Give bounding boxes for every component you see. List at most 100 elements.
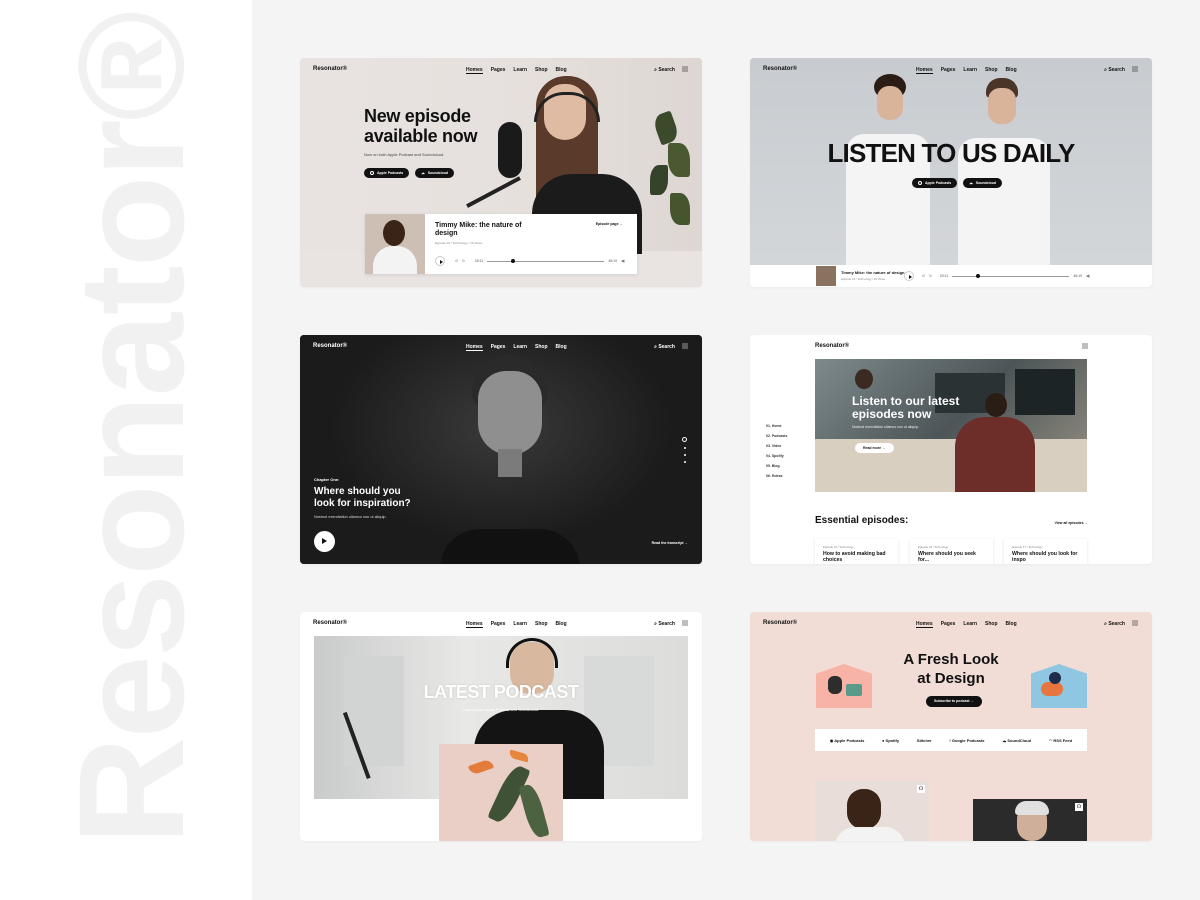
- progress-track[interactable]: [487, 259, 605, 263]
- nav-link-blog[interactable]: Blog: [1006, 621, 1017, 628]
- platform-apple-podcasts[interactable]: ◉ Apple Podcasts: [830, 738, 864, 743]
- nav-link-homes[interactable]: Homes: [466, 67, 483, 74]
- nav-link-shop[interactable]: Shop: [535, 67, 548, 74]
- play-button[interactable]: [435, 256, 445, 266]
- logo[interactable]: Resonator®: [763, 66, 797, 72]
- nav-bar: Resonator® Homes Pages Learn Shop Blog ⌕…: [750, 58, 1152, 82]
- hero-subtext: Now on both Apple Podcast and Soundcloud…: [462, 708, 540, 712]
- grid-menu-icon[interactable]: [1082, 343, 1088, 349]
- episode-card-title: How to avoid making bad choices: [823, 551, 886, 563]
- slide-dot[interactable]: [683, 454, 686, 456]
- nav-link-homes[interactable]: Homes: [916, 621, 933, 628]
- nav-link-blog[interactable]: Blog: [1006, 67, 1017, 74]
- search-link[interactable]: ⌕ Search: [1104, 621, 1125, 627]
- grid-menu-icon[interactable]: [1132, 66, 1138, 72]
- nav-link-pages[interactable]: Pages: [491, 67, 506, 74]
- transcript-link[interactable]: Read the transcript →: [652, 541, 688, 545]
- nav-link-pages[interactable]: Pages: [491, 344, 506, 351]
- nav-links: Homes Pages Learn Shop Blog: [916, 621, 1017, 628]
- nav-link-shop[interactable]: Shop: [985, 67, 998, 74]
- platform-rss[interactable]: ◠ RSS Feed: [1049, 738, 1072, 743]
- volume-icon[interactable]: ◀): [621, 259, 625, 263]
- episode-card[interactable]: Episode 19 / Technology How to avoid mak…: [815, 539, 898, 564]
- platform-stitcher[interactable]: Stitcher: [917, 738, 932, 743]
- nav-link-blog[interactable]: Blog: [556, 344, 567, 351]
- nav-link-learn[interactable]: Learn: [513, 344, 527, 351]
- side-nav-item[interactable]: 01. Home: [766, 421, 787, 431]
- soundcloud-button[interactable]: ☁ Soundcloud: [415, 168, 454, 178]
- hero-subtext: Nostrud exercitation ullamco non ut aliq…: [852, 425, 919, 429]
- grid-menu-icon[interactable]: [682, 66, 688, 72]
- slide-dot-active[interactable]: [682, 437, 687, 442]
- logo[interactable]: Resonator®: [763, 620, 797, 626]
- side-nav-item[interactable]: 06. Extras: [766, 471, 787, 481]
- headphones-icon[interactable]: ☊: [1075, 803, 1083, 811]
- search-link[interactable]: ⌕ Search: [654, 621, 675, 627]
- side-nav-item[interactable]: 04. Spotify: [766, 451, 787, 461]
- nav-link-homes[interactable]: Homes: [466, 621, 483, 628]
- logo[interactable]: Resonator®: [313, 66, 347, 72]
- nav-link-homes[interactable]: Homes: [916, 67, 933, 74]
- preview-card-listen-daily[interactable]: Resonator® Homes Pages Learn Shop Blog ⌕…: [750, 58, 1152, 287]
- side-nav-item[interactable]: 05. Blog: [766, 461, 787, 471]
- nav-link-shop[interactable]: Shop: [535, 621, 548, 628]
- headphones-icon[interactable]: ☊: [917, 785, 925, 793]
- nav-link-learn[interactable]: Learn: [963, 67, 977, 74]
- grid-menu-icon[interactable]: [1132, 620, 1138, 626]
- search-link[interactable]: ⌕ Search: [654, 344, 675, 350]
- view-all-link[interactable]: View all episodes →: [1055, 521, 1088, 525]
- episode-page-link[interactable]: Episode page →: [596, 222, 623, 226]
- logo[interactable]: Resonator®: [815, 343, 849, 349]
- forward-icon[interactable]: ↻: [462, 259, 465, 263]
- preview-card-new-episode[interactable]: Resonator® Homes Pages Learn Shop Blog ⌕…: [300, 58, 702, 287]
- play-button-large[interactable]: [314, 531, 335, 552]
- apple-podcasts-button[interactable]: Apple Podcasts: [364, 168, 410, 178]
- nav-link-blog[interactable]: Blog: [556, 67, 567, 74]
- read-more-button[interactable]: Read more →: [855, 443, 894, 453]
- rewind-icon[interactable]: ↺: [455, 259, 458, 263]
- forward-icon[interactable]: ↻: [929, 274, 932, 278]
- side-nav-item[interactable]: 02. Podcasts: [766, 431, 787, 441]
- preview-card-inspiration[interactable]: Resonator® Homes Pages Learn Shop Blog ⌕…: [300, 335, 702, 564]
- episode-card[interactable]: Episode 17 / Technology Where should you…: [1004, 539, 1087, 564]
- nav-link-pages[interactable]: Pages: [941, 67, 956, 74]
- nav-link-shop[interactable]: Shop: [985, 621, 998, 628]
- preview-card-latest-podcast[interactable]: Resonator® Homes Pages Learn Shop Blog ⌕…: [300, 612, 702, 841]
- nav-link-blog[interactable]: Blog: [556, 621, 567, 628]
- nav-link-shop[interactable]: Shop: [535, 344, 548, 351]
- nav-link-homes[interactable]: Homes: [466, 344, 483, 351]
- preview-card-fresh-look[interactable]: Resonator® Homes Pages Learn Shop Blog ⌕…: [750, 612, 1152, 841]
- nav-link-pages[interactable]: Pages: [941, 621, 956, 628]
- logo[interactable]: Resonator®: [313, 620, 347, 626]
- nav-link-learn[interactable]: Learn: [513, 621, 527, 628]
- hero-heading: Where should you look for inspiration?: [314, 486, 411, 509]
- subscribe-button[interactable]: Subscribe to podcast →: [926, 696, 983, 707]
- rewind-icon[interactable]: ↺: [922, 274, 925, 278]
- side-nav-item[interactable]: 03. Video: [766, 441, 787, 451]
- progress-knob[interactable]: [975, 274, 980, 278]
- grid-menu-icon[interactable]: [682, 343, 688, 349]
- platform-spotify[interactable]: ● Spotify: [882, 738, 899, 743]
- soundcloud-button[interactable]: ☁ Soundcloud: [963, 178, 1002, 188]
- player-title[interactable]: Timmy Mike: the nature of design: [841, 270, 905, 275]
- nav-link-learn[interactable]: Learn: [963, 621, 977, 628]
- play-button[interactable]: [904, 271, 914, 281]
- apple-podcasts-button[interactable]: Apple Podcasts: [912, 178, 958, 188]
- search-link[interactable]: ⌕ Search: [1104, 67, 1125, 73]
- nav-link-learn[interactable]: Learn: [513, 67, 527, 74]
- slide-dot[interactable]: [683, 447, 686, 449]
- progress-track[interactable]: [952, 274, 1070, 278]
- platform-google-podcasts[interactable]: ⁞ Google Podcasts: [949, 738, 984, 743]
- progress-knob[interactable]: [510, 259, 515, 263]
- episode-player-card[interactable]: Timmy Mike: the nature of design Episode…: [365, 214, 637, 274]
- grid-menu-icon[interactable]: [682, 620, 688, 626]
- volume-icon[interactable]: ◀): [1086, 274, 1090, 278]
- episode-title[interactable]: Timmy Mike: the nature of design: [435, 222, 530, 238]
- search-link[interactable]: ⌕ Search: [654, 67, 675, 73]
- platform-soundcloud[interactable]: ☁ SoundCloud: [1002, 738, 1031, 743]
- episode-card[interactable]: Episode 18 / Technology Where should you…: [910, 539, 993, 564]
- nav-link-pages[interactable]: Pages: [491, 621, 506, 628]
- preview-card-latest-episodes[interactable]: Resonator® 01. Home 02. Podcasts 03. Vid…: [750, 335, 1152, 564]
- logo[interactable]: Resonator®: [313, 343, 347, 349]
- slide-dot[interactable]: [683, 461, 686, 463]
